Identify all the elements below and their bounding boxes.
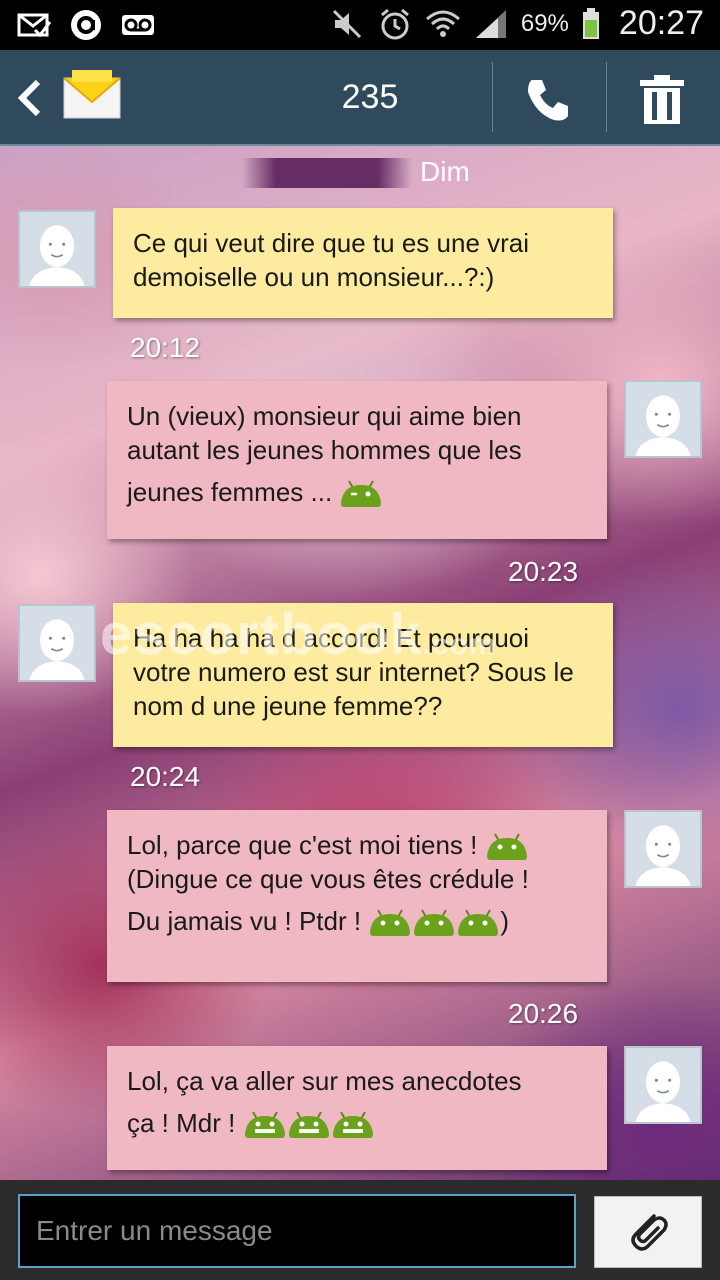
- message-text: Lol, parce que c'est moi tiens !: [127, 830, 478, 860]
- date-label: Dim: [420, 156, 470, 187]
- date-separator: Dim: [0, 156, 720, 192]
- conversation-header: 235: [0, 50, 720, 146]
- outgoing-message-bubble[interactable]: Un (vieux) monsieur qui aime bien autant…: [107, 381, 607, 539]
- message-timestamp: 20:23: [508, 556, 579, 587]
- message-text: Du jamais vu ! Ptdr !: [127, 906, 362, 936]
- android-wink-emoticon-icon: [339, 479, 383, 509]
- email-check-icon: [16, 8, 52, 42]
- message-timestamp: 20:26: [508, 998, 579, 1029]
- battery-percentage: 69%: [520, 9, 569, 37]
- back-icon[interactable]: [12, 78, 48, 118]
- message-text: Ha ha ha ha d accord! Et pourquoi votre …: [133, 623, 574, 721]
- trash-icon[interactable]: [636, 74, 688, 126]
- voicemail-icon: [120, 8, 156, 42]
- signal-icon: [473, 7, 509, 41]
- android-grin-emoticon-icon: [331, 1110, 375, 1140]
- compose-bar: [0, 1180, 720, 1280]
- my-avatar[interactable]: [624, 1046, 702, 1124]
- status-clock: 20:27: [618, 4, 704, 42]
- header-divider: [492, 62, 493, 132]
- message-timestamp: 20:12: [130, 332, 201, 363]
- mute-icon: [329, 7, 365, 41]
- message-text: ): [500, 906, 509, 936]
- header-divider: [606, 62, 607, 132]
- my-avatar[interactable]: [624, 380, 702, 458]
- outgoing-message-bubble[interactable]: Lol, parce que c'est moi tiens ! (Dingue…: [107, 810, 607, 982]
- status-bar: 69% 20:27: [0, 0, 720, 50]
- message-timestamp: 20:24: [130, 761, 201, 792]
- android-emoticon-icon: [485, 832, 529, 862]
- message-text: ça ! Mdr !: [127, 1108, 236, 1138]
- alarm-icon: [377, 7, 413, 41]
- android-grin-emoticon-icon: [243, 1110, 287, 1140]
- incoming-message-bubble[interactable]: Ce qui veut dire que tu es une vrai demo…: [113, 208, 613, 318]
- message-text: (Dingue ce que vous êtes crédule !: [127, 864, 529, 894]
- android-emoticon-icon: [456, 908, 500, 938]
- message-text: Un (vieux) monsieur qui aime bien autant…: [127, 401, 522, 465]
- android-emoticon-icon: [412, 908, 456, 938]
- attach-button[interactable]: [594, 1196, 702, 1268]
- at-sign-icon: [68, 8, 104, 42]
- contact-name: 235: [341, 78, 399, 116]
- wifi-icon: [425, 7, 461, 41]
- conversation-area[interactable]: Dim Ce qui veut dire que tu es une vrai …: [0, 146, 720, 1180]
- my-avatar[interactable]: [624, 810, 702, 888]
- battery-icon: [581, 7, 601, 41]
- android-emoticon-icon: [368, 908, 412, 938]
- phone-icon[interactable]: [524, 76, 572, 124]
- message-envelope-icon: [62, 66, 122, 126]
- outgoing-message-bubble[interactable]: Lol, ça va aller sur mes anecdotes ça ! …: [107, 1046, 607, 1170]
- message-text: jeunes femmes ...: [127, 477, 333, 507]
- contact-avatar[interactable]: [18, 604, 96, 682]
- date-redaction: [242, 158, 412, 188]
- message-text: Ce qui veut dire que tu es une vrai demo…: [133, 228, 530, 292]
- paperclip-icon: [624, 1206, 672, 1259]
- incoming-message-bubble[interactable]: Ha ha ha ha d accord! Et pourquoi votre …: [113, 603, 613, 747]
- message-text: Lol, ça va aller sur mes anecdotes: [127, 1066, 522, 1096]
- contact-avatar[interactable]: [18, 210, 96, 288]
- message-input[interactable]: [18, 1194, 576, 1268]
- android-grin-emoticon-icon: [287, 1110, 331, 1140]
